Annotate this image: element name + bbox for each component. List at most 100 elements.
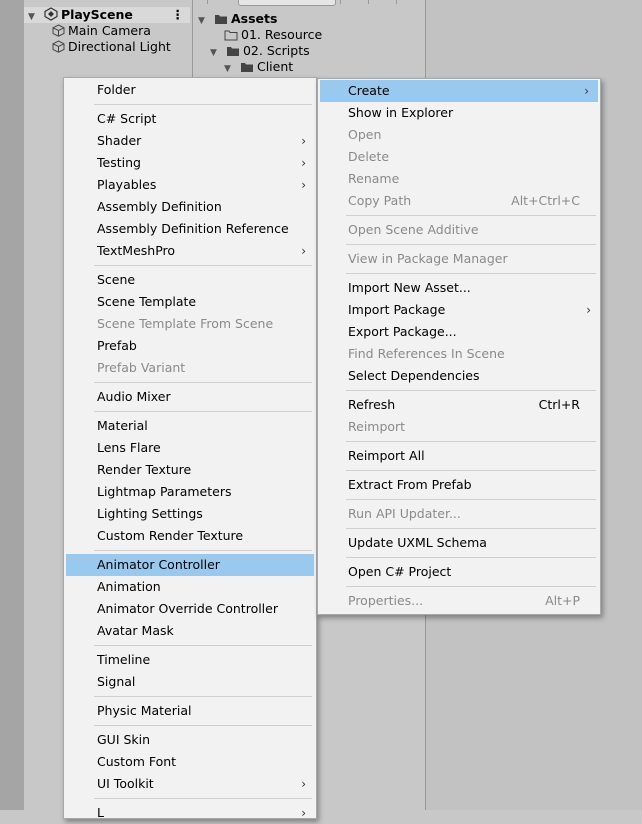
menu-separator [346,528,596,529]
menu-item-open-scene-additive: Open Scene Additive [348,222,479,237]
menu-separator [346,557,596,558]
menu-item-delete: Delete [348,149,390,164]
menu-separator [94,411,312,412]
menu-separator [346,244,596,245]
menu-item-prefab-variant: Prefab Variant [97,360,186,375]
menu-item-audio-mixer[interactable]: Audio Mixer [64,386,316,408]
chevron-right-icon: › [301,777,306,791]
chevron-right-icon: › [301,244,306,258]
cube-icon [52,40,65,53]
menu-item-playables[interactable]: Playables › [64,174,316,196]
menu-item-avatar-mask[interactable]: Avatar Mask [64,620,316,642]
menu-separator [346,390,596,391]
folder-open-icon [240,63,253,72]
project-folder-label: 01. Resource [241,27,323,42]
menu-item-signal[interactable]: Signal [64,671,316,693]
menu-item-lens-flare[interactable]: Lens Flare [64,437,316,459]
project-toolbar-button[interactable] [368,0,391,4]
menu-item-assembly-definition[interactable]: Assembly Definition [64,196,316,218]
folder-icon [224,30,238,41]
menu-separator [94,382,312,383]
menu-separator [94,104,312,105]
menu-item-assembly-definition-reference[interactable]: Assembly Definition Reference [64,218,316,240]
menu-item-show-in-explorer[interactable]: Show in Explorer [318,102,600,124]
menu-item-reimport-all[interactable]: Reimport All [318,445,600,467]
menu-item-animator-override-controller[interactable]: Animator Override Controller [64,598,316,620]
project-context-menu: Create › Show in Explorer Open Delete Ren… [317,78,601,615]
chevron-right-icon: › [301,806,306,820]
left-strip [0,0,24,810]
menu-item-testing[interactable]: Testing › [64,152,316,174]
project-folder-label: Assets [230,11,278,26]
menu-item-physic-material[interactable]: Physic Material [64,700,316,722]
menu-item-scene-template[interactable]: Scene Template [64,291,316,313]
expand-arrow-icon[interactable]: ▼ [198,13,210,29]
project-search-input[interactable] [238,0,336,6]
menu-separator [346,499,596,500]
menu-item-custom-font[interactable]: Custom Font [64,751,316,773]
menu-item-scene[interactable]: Scene [64,269,316,291]
menu-item-rename: Rename [348,171,400,186]
chevron-right-icon: › [301,178,306,192]
unity-scene-icon [44,7,58,21]
menu-item-run-api-updater: Run API Updater... [348,506,461,521]
menu-separator [94,725,312,726]
menu-item-animator-controller[interactable]: Animator Controller [66,554,314,576]
menu-item-cut-off[interactable]: L › [64,802,316,824]
shortcut-label: Alt+Ctrl+C [511,193,580,208]
menu-separator [94,550,312,551]
menu-item-create[interactable]: Create › [320,80,598,102]
create-submenu: Folder C# Script Shader › Testing › Playab… [63,77,317,820]
menu-item-reimport: Reimport [348,419,406,434]
menu-item-scene-template-from-scene: Scene Template From Scene [97,316,274,331]
menu-item-material[interactable]: Material [64,415,316,437]
menu-item-extract-from-prefab[interactable]: Extract From Prefab [318,474,600,496]
shortcut-label: Alt+P [545,593,580,608]
menu-item-open-csharp-project[interactable]: Open C# Project [318,561,600,583]
expand-arrow-icon[interactable]: ▼ [28,9,40,25]
chevron-right-icon: › [301,134,306,148]
project-toolbar-button[interactable] [340,0,363,4]
menu-item-shader[interactable]: Shader › [64,130,316,152]
menu-item-import-new-asset[interactable]: Import New Asset... [318,277,600,299]
project-toolbar-button[interactable] [396,0,419,4]
menu-item-custom-render-texture[interactable]: Custom Render Texture [64,525,316,547]
menu-separator [346,586,596,587]
project-folder-scripts[interactable]: ▼ 02. Scripts [210,43,310,59]
scene-options-kebab-icon[interactable]: ⋮ [172,7,185,23]
hierarchy-item-directional-light[interactable]: Directional Light [52,39,171,55]
menu-item-select-dependencies[interactable]: Select Dependencies [318,365,600,387]
menu-separator [94,696,312,697]
menu-item-ui-toolkit[interactable]: UI Toolkit › [64,773,316,795]
chevron-right-icon: › [584,84,589,98]
hierarchy-scene-row[interactable]: ▼ PlayScene ⋮ [24,7,190,23]
menu-item-properties: Properties... Alt+P [318,590,600,612]
menu-item-timeline[interactable]: Timeline [64,649,316,671]
menu-item-open: Open [348,127,382,142]
menu-item-import-package[interactable]: Import Package › [318,299,600,321]
project-folder-resource[interactable]: 01. Resource [224,27,322,43]
menu-item-gui-skin[interactable]: GUI Skin [64,729,316,751]
menu-item-render-texture[interactable]: Render Texture [64,459,316,481]
menu-separator [94,265,312,266]
menu-item-lighting-settings[interactable]: Lighting Settings [64,503,316,525]
menu-item-animation[interactable]: Animation [64,576,316,598]
project-folder-client[interactable]: ▼ Client [224,59,293,75]
menu-item-csharp-script[interactable]: C# Script [64,108,316,130]
menu-item-view-in-package-manager: View in Package Manager [348,251,508,266]
menu-item-folder[interactable]: Folder [64,79,316,101]
project-folder-label: Client [256,59,294,74]
menu-item-find-references-in-scene: Find References In Scene [348,346,505,361]
menu-item-refresh[interactable]: Refresh Ctrl+R [318,394,600,416]
hierarchy-item-label: Directional Light [68,39,171,54]
expand-arrow-icon[interactable]: ▼ [224,61,236,77]
menu-item-lightmap-parameters[interactable]: Lightmap Parameters [64,481,316,503]
project-folder-assets[interactable]: ▼ Assets [198,11,277,27]
hierarchy-item-main-camera[interactable]: Main Camera [52,23,151,39]
menu-item-update-uxml-schema[interactable]: Update UXML Schema [318,532,600,554]
folder-open-icon [214,15,227,24]
menu-item-prefab[interactable]: Prefab [64,335,316,357]
expand-arrow-icon[interactable]: ▼ [210,45,222,61]
menu-item-export-package[interactable]: Export Package... [318,321,600,343]
menu-item-textmeshpro[interactable]: TextMeshPro › [64,240,316,262]
